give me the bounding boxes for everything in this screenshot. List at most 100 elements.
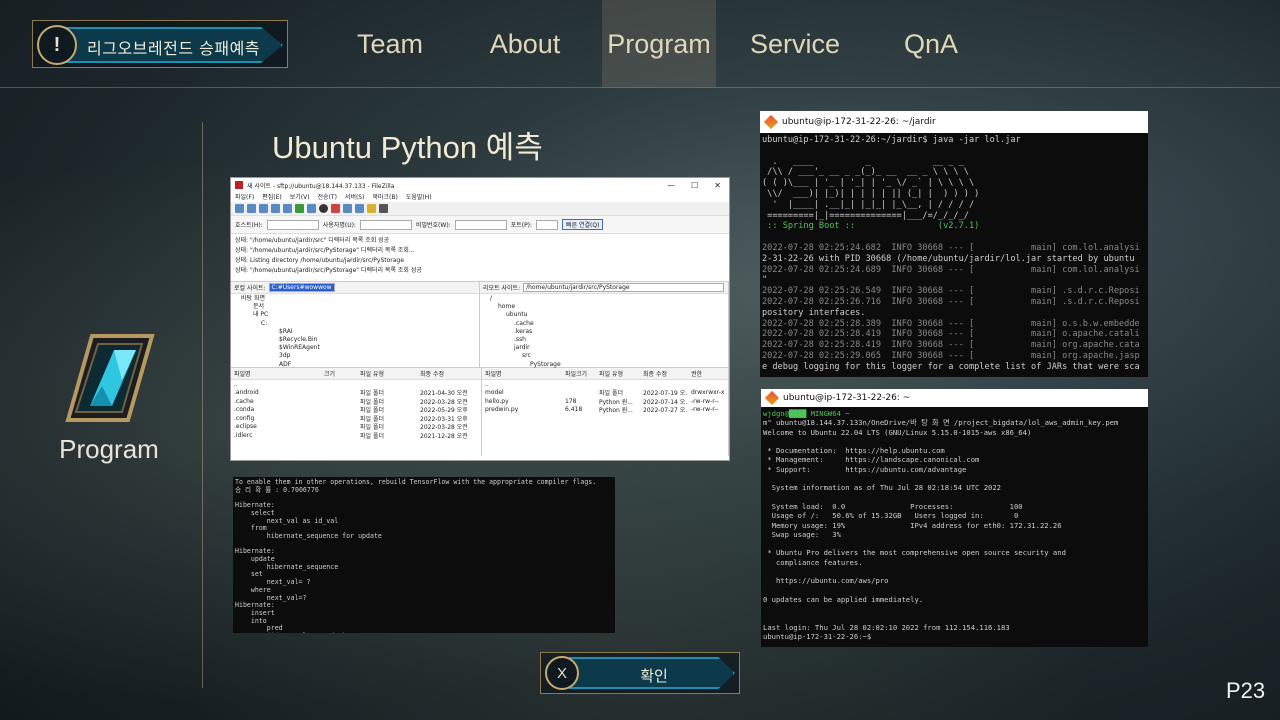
col-type: 파일 유형 <box>360 371 384 378</box>
nav-item-about[interactable]: About <box>468 0 582 88</box>
nav-item-program[interactable]: Program <box>602 0 716 88</box>
cell: -rw-rw-r-- <box>691 406 719 414</box>
table-row: model 파일 폴더 2022-07-19 오... drwxrwxr-x <box>482 389 728 397</box>
tree-item: home <box>498 303 516 311</box>
menu-edit: 편집(E) <box>262 194 282 201</box>
refresh-icon <box>295 204 304 213</box>
filezilla-toolbar <box>231 202 729 216</box>
menu-view: 보기(V) <box>289 194 310 201</box>
user-field <box>359 219 412 230</box>
terminal-line: ( ( )\___ | '_ | '_| | '_ \/ _` | \ \ \ … <box>762 178 975 189</box>
terminal-line: * Ubuntu Pro delivers the most comprehen… <box>763 548 1066 558</box>
terminal-line: Usage of /: 50.6% of 15.32GB Users logge… <box>763 511 1019 521</box>
table-row: .idlerc 파일 폴더 2021-12-28 오전 <box>231 431 481 440</box>
terminal-titlebar: ubuntu@ip-172-31-22-26: ~ <box>761 389 1148 407</box>
toolbar-icon <box>247 204 256 213</box>
filezilla-titlebar: 새 사이트 - sftp://ubuntu@18.144.37.133 - Fi… <box>231 178 729 192</box>
cell: .. <box>485 380 489 388</box>
table-row: .cache 파일 폴더 2022-03-28 오전 <box>231 397 481 406</box>
sidebar-label: Program <box>59 434 159 464</box>
cell: .. <box>234 380 238 388</box>
host-label: 호스트(H): <box>235 222 263 229</box>
terminal-line: :: Spring Boot :: (v2.7.1) <box>762 221 980 232</box>
exclamation-icon: ! <box>37 25 77 65</box>
terminal-line: e debug logging for this logger for a co… <box>762 361 1140 372</box>
col-name: 파일명 <box>485 371 502 378</box>
confirm-button[interactable]: X 확인 <box>540 652 740 694</box>
cell: model <box>485 389 504 397</box>
cell: 2021-12-28 오전 <box>420 432 468 440</box>
cell: 2022-07-27 오... <box>643 407 688 415</box>
table-row: .config 파일 폴더 2022-03-31 오후 <box>231 414 481 423</box>
directory-tree-panes: 로컬 사이트: C:#Users#wowwow 바탕 화면 문서 내 PC C:… <box>231 282 729 368</box>
terminal-line: hibernate_sequence <box>235 562 339 571</box>
terminal-line: ubuntu@ip-172-31-22-26:~/jardir$ java -j… <box>762 135 1021 145</box>
tree-item: .ssh <box>514 336 526 344</box>
col-size: 크기 <box>324 371 336 378</box>
nav-item-team[interactable]: Team <box>333 0 447 88</box>
terminal-line: pository interfaces. <box>762 307 866 318</box>
remote-path-value: /home/ubuntu/jardir/src/PyStorage <box>523 283 724 292</box>
table-row: predwin.py 6,418 Python 원... 2022-07-27 오..… <box>482 406 728 415</box>
quickconnect-button: 빠른 연결(Q) <box>562 219 604 230</box>
nav-item-qna[interactable]: QnA <box>874 0 988 88</box>
remote-site-label: 리모트 사이트: <box>483 285 521 292</box>
tree-item: src <box>522 352 531 360</box>
filezilla-title: 새 사이트 - sftp://ubuntu@18.144.37.133 - Fi… <box>247 182 395 190</box>
terminal-line: Hibernate: <box>235 501 275 510</box>
terminal-line: * Support: https://ubuntu.com/advantage <box>763 464 967 474</box>
terminal-line: next_val= ? <box>235 578 311 587</box>
tree-item: jardir <box>514 344 530 352</box>
port-field <box>536 219 559 230</box>
cell: predwin.py <box>485 406 519 414</box>
page-number: P23 <box>1226 678 1266 703</box>
table-row: .conda 파일 폴더 2022-05-29 오후 <box>231 406 481 414</box>
brand-button[interactable]: ! 리그오브레전드 승패예측 <box>32 20 288 68</box>
remote-tree: / home ubuntu .cache .keras .ssh jardir … <box>480 294 728 369</box>
tree-item: .keras <box>514 327 533 335</box>
nav-item-service[interactable]: Service <box>738 0 852 88</box>
log-line: 상태: "/home/ubuntu/jardir/src/PyStorage" … <box>235 267 422 274</box>
remote-path-bar: 리모트 사이트: /home/ubuntu/jardir/src/PyStora… <box>480 282 728 294</box>
terminal-app-icon <box>763 114 779 130</box>
terminal-line: Last login: Thu Jul 28 02:02:10 2022 fro… <box>763 622 1010 632</box>
toolbar-icon <box>271 204 280 213</box>
terminal-line: Memory usage: 19% IPv4 address for eth0:… <box>763 520 1062 530</box>
terminal-line: m" ubuntu@18.144.37.133n/OneDrive/바 탕 화 … <box>763 418 1119 428</box>
log-line: 상태: "/home/ubuntu/jardir/src/PyStorage" … <box>235 247 415 254</box>
toolbar-icon <box>259 204 268 213</box>
table-row: .android 파일 폴더 2021-04-30 오전 <box>231 389 481 397</box>
terminal-title: ubuntu@ip-172-31-22-26: ~ <box>783 393 911 403</box>
menu-bookmarks: 북마크(B) <box>372 194 398 201</box>
terminal-line: 2022-07-28 02:25:24.689 INFO 30668 --- [… <box>762 264 1140 275</box>
log-line: 상태: "/home/ubuntu/jardir/src" 디렉터리 목록 조회… <box>235 237 390 244</box>
password-label: 비밀번호(W): <box>415 222 451 229</box>
search-icon <box>379 204 388 213</box>
terminal-title: ubuntu@ip-172-31-22-26: ~/jardir <box>782 117 936 127</box>
local-list-header: 파일명 크기 파일 유형 최종 수정 <box>231 368 481 380</box>
local-path-value: C:#Users#wowwow <box>268 283 335 292</box>
host-field <box>266 219 319 230</box>
tree-item: C: <box>261 319 268 327</box>
vertical-divider <box>202 122 203 688</box>
terminal-line: . ____ _ __ _ _ <box>762 156 964 167</box>
terminal-output: wjdgn@████ MINGW64 ~ m" ubuntu@18.144.37.… <box>761 407 1148 643</box>
confirm-label: 확인 <box>640 667 668 685</box>
terminal-line: * Management: https://landscape.canonica… <box>763 455 980 465</box>
table-row: .. <box>231 380 481 389</box>
user-label: 사용자명(U): <box>322 222 356 229</box>
cell: 178 <box>565 397 577 405</box>
local-site-label: 로컬 사이트: <box>234 285 266 292</box>
cell: .cache <box>234 397 254 405</box>
cell: .eclipse <box>234 423 257 431</box>
tree-item: $RAI <box>279 327 293 335</box>
diamond-crystal-icon <box>65 334 155 422</box>
terminal-line: Hibernate: <box>235 547 275 556</box>
table-row: .eclipse 파일 폴더 2022-03-28 오전 <box>231 423 481 431</box>
remote-list-header: 파일명 파일크기 파일 유형 최종 수정 권한 <box>482 368 728 380</box>
terminal-line: /\\ / ___'_ __ _ _(_)_ __ __ _ \ \ \ \ <box>762 167 969 178</box>
